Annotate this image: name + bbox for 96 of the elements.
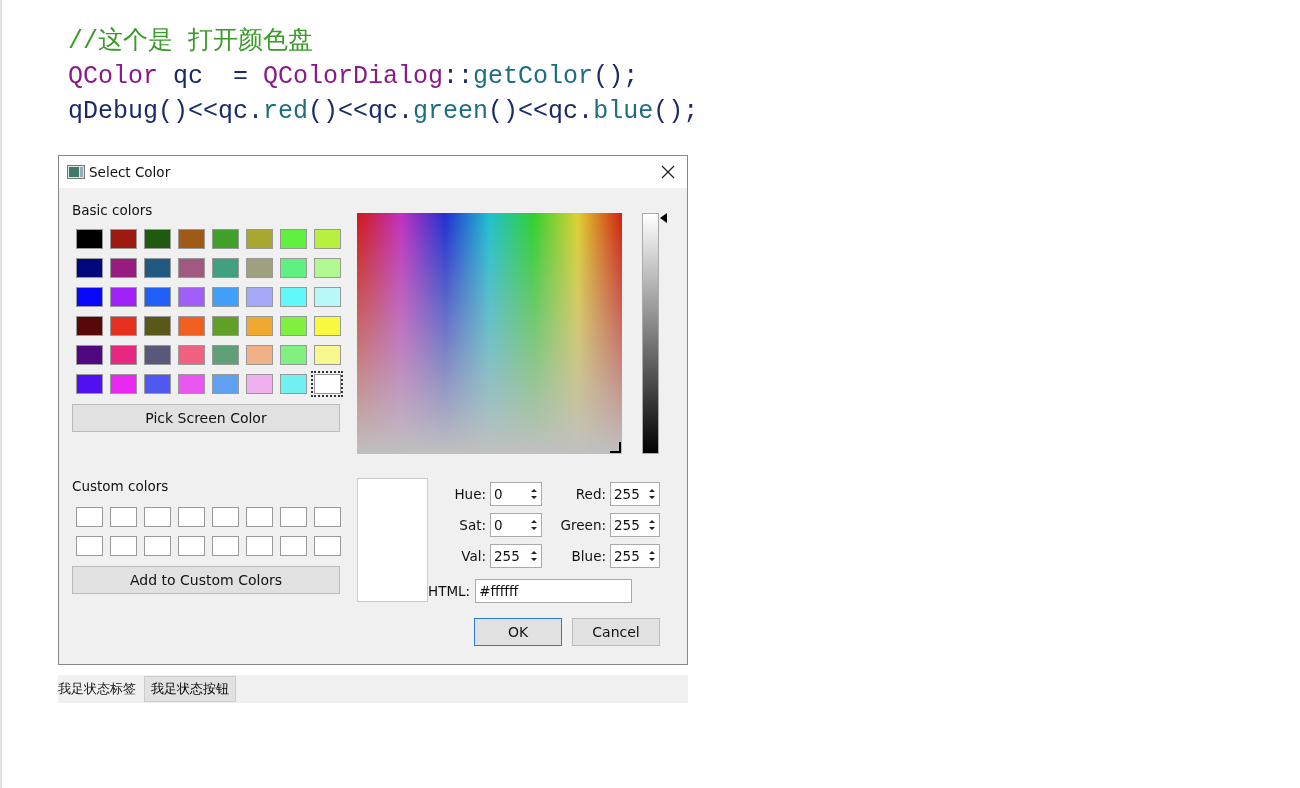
color-swatch[interactable] xyxy=(245,287,273,307)
color-swatch[interactable] xyxy=(177,374,205,394)
color-swatch[interactable] xyxy=(143,258,171,278)
color-swatch[interactable] xyxy=(177,345,205,365)
spin-box[interactable]: 255 xyxy=(610,512,660,537)
color-swatch[interactable] xyxy=(75,345,103,365)
cancel-button[interactable]: Cancel xyxy=(572,618,660,646)
color-swatch[interactable] xyxy=(279,374,307,394)
close-icon[interactable] xyxy=(661,165,675,179)
color-swatch[interactable] xyxy=(211,345,239,365)
color-swatch[interactable] xyxy=(211,316,239,336)
color-swatch[interactable] xyxy=(245,345,273,365)
custom-colors-label: Custom colors xyxy=(72,478,169,494)
color-swatch[interactable] xyxy=(177,229,205,249)
ok-button[interactable]: OK xyxy=(474,618,562,646)
color-swatch[interactable] xyxy=(313,258,341,278)
color-swatch[interactable] xyxy=(177,316,205,336)
field-label: Hue: xyxy=(454,485,486,502)
status-button[interactable]: 我足状态按钮 xyxy=(144,676,236,702)
color-swatch[interactable] xyxy=(211,287,239,307)
field-label: Green: xyxy=(560,516,606,533)
color-swatch[interactable] xyxy=(75,258,103,278)
color-swatch[interactable] xyxy=(109,536,137,556)
color-swatch[interactable] xyxy=(279,287,307,307)
color-swatch[interactable] xyxy=(245,507,273,527)
color-swatch[interactable] xyxy=(279,345,307,365)
luminance-bar[interactable] xyxy=(642,213,659,454)
color-swatch[interactable] xyxy=(279,536,307,556)
color-swatch[interactable] xyxy=(143,229,171,249)
color-swatch[interactable] xyxy=(177,258,205,278)
color-swatch[interactable] xyxy=(143,374,171,394)
spin-box[interactable]: 0 xyxy=(490,481,542,506)
code-line: qDebug()<<qc.red()<<qc.green()<<qc.blue(); xyxy=(68,96,699,128)
color-swatch[interactable] xyxy=(211,536,239,556)
color-swatch[interactable] xyxy=(177,287,205,307)
color-swatch[interactable] xyxy=(109,258,137,278)
color-swatch[interactable] xyxy=(313,345,341,365)
field-label: Blue: xyxy=(571,547,606,564)
color-swatch[interactable] xyxy=(109,287,137,307)
color-swatch[interactable] xyxy=(75,507,103,527)
color-swatch[interactable] xyxy=(211,374,239,394)
color-swatch[interactable] xyxy=(75,229,103,249)
color-swatch[interactable] xyxy=(279,258,307,278)
window-title: Select Color xyxy=(89,164,172,180)
color-swatch[interactable] xyxy=(245,536,273,556)
spin-box[interactable]: 0 xyxy=(490,512,542,537)
color-swatch[interactable] xyxy=(279,229,307,249)
color-swatch[interactable] xyxy=(245,258,273,278)
color-swatch[interactable] xyxy=(109,374,137,394)
color-swatch[interactable] xyxy=(75,374,103,394)
color-swatch[interactable] xyxy=(245,316,273,336)
color-swatch[interactable] xyxy=(279,316,307,336)
color-swatch[interactable] xyxy=(143,507,171,527)
spin-box[interactable]: 255 xyxy=(490,543,542,568)
field-label: Val: xyxy=(461,547,486,564)
color-swatch[interactable] xyxy=(143,345,171,365)
color-swatch[interactable] xyxy=(75,536,103,556)
color-swatch[interactable] xyxy=(313,536,341,556)
arrow-icon[interactable] xyxy=(660,213,667,223)
html-field[interactable]: #ffffff xyxy=(475,579,633,603)
color-swatch[interactable] xyxy=(313,229,341,249)
code-line: //这个是 打开颜色盘 xyxy=(68,26,313,58)
basic-colors-label: Basic colors xyxy=(72,202,153,218)
color-swatch[interactable] xyxy=(245,374,273,394)
window-icon xyxy=(67,165,85,179)
field-label: Sat: xyxy=(459,516,486,533)
color-swatch[interactable] xyxy=(177,507,205,527)
color-swatch[interactable] xyxy=(143,316,171,336)
color-swatch[interactable] xyxy=(143,287,171,307)
color-swatch[interactable] xyxy=(279,507,307,527)
color-swatch[interactable] xyxy=(211,258,239,278)
spin-box[interactable]: 255 xyxy=(610,481,660,506)
color-swatch[interactable] xyxy=(313,316,341,336)
color-swatch[interactable] xyxy=(109,316,137,336)
color-swatch[interactable] xyxy=(109,229,137,249)
color-swatch[interactable] xyxy=(313,507,341,527)
color-swatch[interactable] xyxy=(211,229,239,249)
code-line: QColor qc = QColorDialog::getColor(); xyxy=(68,61,639,93)
pick-screen-color-button[interactable]: Pick Screen Color xyxy=(72,404,340,432)
color-swatch[interactable] xyxy=(313,287,341,307)
color-swatch[interactable] xyxy=(109,507,137,527)
field-label: Red: xyxy=(575,485,606,502)
color-swatch[interactable] xyxy=(143,536,171,556)
color-swatch[interactable] xyxy=(109,345,137,365)
color-swatch[interactable] xyxy=(177,536,205,556)
color-swatch[interactable] xyxy=(313,374,341,394)
crosshair-icon xyxy=(610,442,622,454)
color-spectrum[interactable] xyxy=(357,213,622,454)
status-label: 我足状态标签 xyxy=(58,680,136,698)
color-swatch[interactable] xyxy=(75,316,103,336)
color-swatch[interactable] xyxy=(245,229,273,249)
color-swatch[interactable] xyxy=(211,507,239,527)
add-custom-color-button[interactable]: Add to Custom Colors xyxy=(72,566,340,594)
field-label: HTML: xyxy=(428,583,471,599)
spin-box[interactable]: 255 xyxy=(610,543,660,568)
color-swatch[interactable] xyxy=(75,287,103,307)
